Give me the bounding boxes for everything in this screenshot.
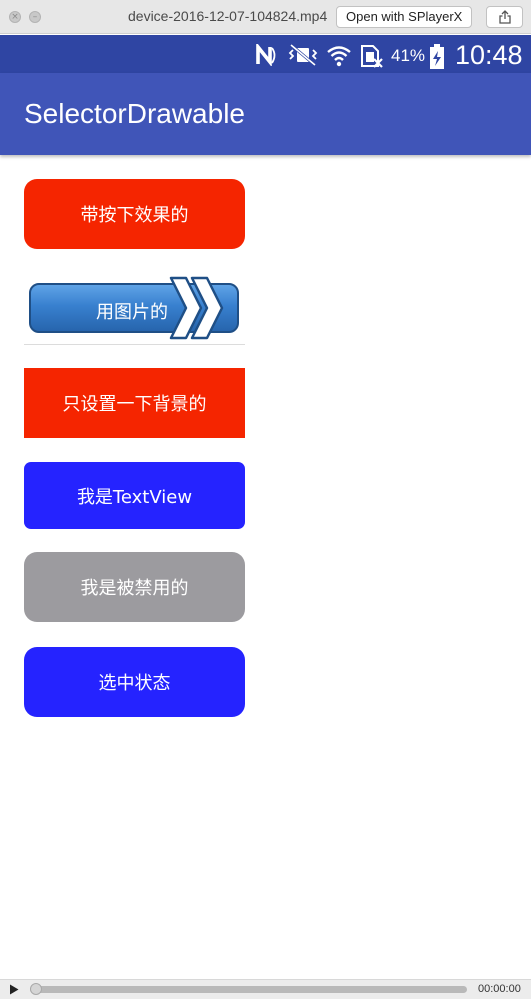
wifi-icon	[327, 46, 351, 67]
selected-state-button[interactable]: 选中状态	[24, 647, 245, 717]
close-icon: ×	[11, 12, 19, 22]
status-bar: 41% 10:48	[0, 35, 531, 73]
disabled-button: 我是被禁用的	[24, 552, 245, 622]
close-window-button[interactable]: ×	[9, 11, 21, 23]
window-title-bar: × – device-2016-12-07-104824.mp4 Open wi…	[0, 0, 531, 34]
app-title: SelectorDrawable	[24, 98, 245, 129]
screen-recording-window: × – device-2016-12-07-104824.mp4 Open wi…	[0, 0, 531, 999]
image-background-button[interactable]: 用图片的	[24, 270, 245, 345]
minimize-icon: –	[32, 12, 38, 22]
video-progress-bar[interactable]	[30, 983, 467, 995]
battery-percentage: 41%	[391, 46, 426, 65]
playback-time: 00:00:00	[478, 983, 521, 995]
share-button[interactable]	[486, 6, 523, 28]
status-clock: 10:48	[455, 40, 523, 70]
video-player-bar: 00:00:00	[0, 979, 531, 999]
battery-charging-icon	[430, 44, 444, 69]
minimize-window-button[interactable]: –	[29, 11, 41, 23]
image-button-label: 用图片的	[96, 302, 168, 323]
play-icon[interactable]	[9, 984, 19, 995]
no-sim-icon	[361, 45, 383, 68]
progress-handle[interactable]	[30, 983, 42, 995]
nfc-icon	[256, 44, 276, 66]
app-bar: SelectorDrawable	[0, 73, 531, 155]
share-icon	[499, 10, 511, 24]
open-with-button[interactable]: Open with SPlayerX	[336, 6, 473, 28]
textview-button[interactable]: 我是TextView	[24, 462, 245, 529]
background-only-button[interactable]: 只设置一下背景的	[24, 368, 245, 438]
vibrate-icon	[288, 44, 318, 66]
double-chevron-right-icon	[169, 276, 224, 340]
pressed-effect-button[interactable]: 带按下效果的	[24, 179, 245, 249]
window-title: device-2016-12-07-104824.mp4	[128, 8, 328, 24]
